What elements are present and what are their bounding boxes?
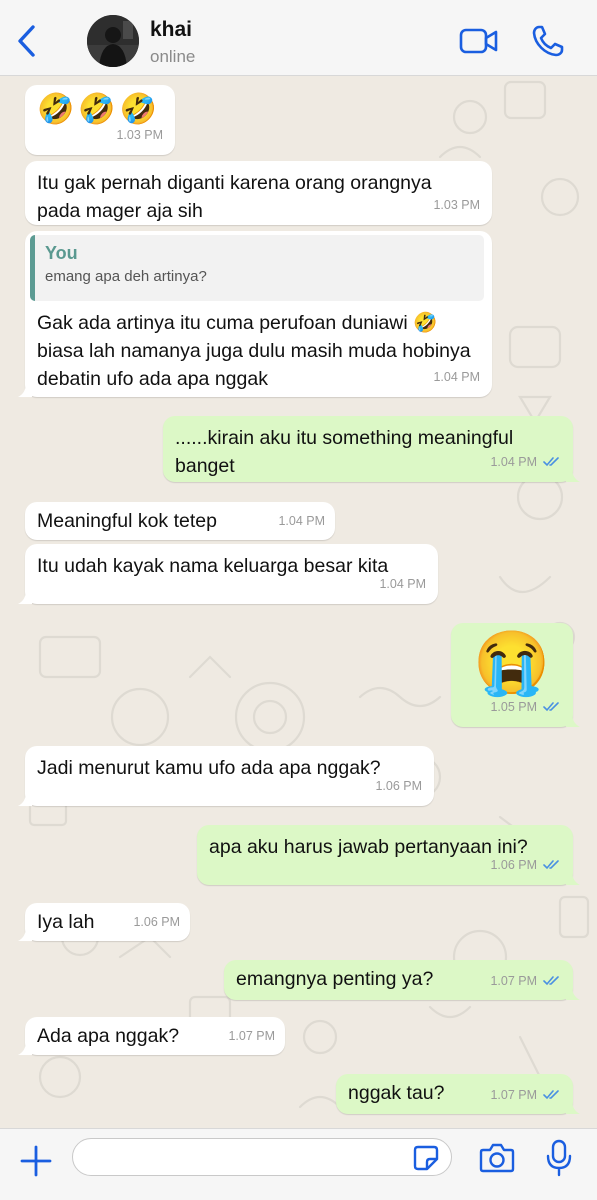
message-bubble-incoming[interactable]: Itu udah kayak nama keluarga besar kita … (18, 544, 438, 604)
contact-status: online (150, 47, 196, 66)
bubble-tail (566, 1100, 580, 1114)
message-text: apa aku harus jawab pertanyaan ini? (209, 836, 528, 858)
avatar[interactable] (87, 15, 139, 67)
message-meta: 1.04 PM (490, 448, 561, 476)
message-time: 1.05 PM (490, 700, 537, 714)
phone-icon[interactable] (531, 24, 565, 58)
message-time: 1.04 PM (278, 514, 325, 528)
message-text: Itu udah kayak nama keluarga besar kita (37, 555, 389, 577)
message-time: 1.04 PM (490, 455, 537, 469)
bubble-tail (18, 383, 32, 397)
message-text: Ada apa nggak? (37, 1025, 180, 1047)
message-bubble-incoming[interactable]: Itu gak pernah diganti karena orang oran… (25, 161, 492, 225)
message-text: ......kirain aku itu something meaningfu… (175, 427, 519, 477)
message-time: 1.06 PM (133, 915, 180, 929)
message-text: nggak tau? (348, 1082, 445, 1104)
message-time: 1.06 PM (490, 858, 537, 872)
bubble-tail (566, 468, 580, 482)
message-time: 1.06 PM (375, 779, 422, 793)
quoted-reply-text: emang apa deh artinya? (45, 268, 207, 285)
message-time: 1.07 PM (490, 1088, 537, 1102)
message-meta: 1.07 PM (490, 1081, 561, 1109)
read-ticks-icon (543, 457, 559, 467)
message-bubble-incoming[interactable]: 🤣🤣🤣 1.03 PM (25, 85, 175, 155)
microphone-icon[interactable] (545, 1139, 573, 1177)
message-bubble-incoming[interactable]: Meaningful kok tetep 1.04 PM (25, 502, 335, 540)
message-bubble-incoming[interactable]: Jadi menurut kamu ufo ada apa nggak? 1.0… (18, 746, 434, 806)
message-meta: 1.05 PM (490, 693, 561, 721)
message-text: Iya lah (37, 911, 95, 933)
bubble-tail (18, 927, 32, 941)
message-composer (0, 1128, 597, 1200)
bubble-tail (18, 1041, 32, 1055)
message-bubble-outgoing[interactable]: ......kirain aku itu something meaningfu… (163, 416, 580, 482)
message-text: Jadi menurut kamu ufo ada apa nggak? (37, 757, 381, 779)
camera-icon[interactable] (479, 1142, 515, 1174)
bubble-tail (566, 871, 580, 885)
bubble-tail (566, 986, 580, 1000)
message-time: 1.03 PM (116, 128, 163, 142)
chat-header: khai online (0, 0, 597, 76)
message-bubble-incoming[interactable]: Iya lah 1.06 PM (18, 903, 190, 941)
quoted-reply[interactable]: You emang apa deh artinya? (30, 235, 484, 301)
plus-icon[interactable] (18, 1143, 54, 1179)
message-bubble-outgoing[interactable]: emangnya penting ya? 1.07 PM (224, 960, 580, 1000)
bubble-tail (566, 713, 580, 727)
chat-thread[interactable]: 🤣🤣🤣 1.03 PM Itu gak pernah diganti karen… (0, 77, 597, 1127)
quoted-reply-author: You (45, 243, 78, 263)
message-time: 1.04 PM (379, 577, 426, 591)
message-text: Gak ada artinya itu cuma perufoan duniaw… (37, 312, 477, 390)
message-bubble-outgoing[interactable]: apa aku harus jawab pertanyaan ini? 1.06… (197, 825, 580, 885)
message-bubble-incoming[interactable]: You emang apa deh artinya? Gak ada artin… (18, 231, 492, 397)
message-bubble-incoming[interactable]: Ada apa nggak? 1.07 PM (18, 1017, 285, 1055)
message-time: 1.07 PM (490, 974, 537, 988)
message-time: 1.03 PM (433, 198, 480, 212)
message-meta: 1.07 PM (490, 967, 561, 995)
message-text: emangnya penting ya? (236, 968, 434, 990)
message-text: Meaningful kok tetep (37, 510, 217, 532)
read-ticks-icon (543, 976, 559, 986)
chevron-left-icon[interactable] (14, 24, 40, 58)
message-text: 😭 (473, 629, 551, 698)
read-ticks-icon (543, 860, 559, 870)
message-bubble-outgoing[interactable]: 😭 1.05 PM (451, 623, 580, 727)
video-camera-icon[interactable] (459, 27, 499, 55)
bubble-tail (18, 590, 32, 604)
message-text: Itu gak pernah diganti karena orang oran… (37, 172, 438, 222)
read-ticks-icon (543, 702, 559, 712)
sticker-icon[interactable] (413, 1145, 439, 1171)
read-ticks-icon (543, 1090, 559, 1100)
bubble-tail (18, 792, 32, 806)
message-bubble-outgoing[interactable]: nggak tau? 1.07 PM (336, 1074, 580, 1114)
message-input[interactable] (72, 1138, 452, 1176)
message-time: 1.04 PM (433, 370, 480, 384)
message-meta: 1.06 PM (490, 851, 561, 879)
contact-name[interactable]: khai (150, 18, 192, 42)
message-time: 1.07 PM (228, 1029, 275, 1043)
